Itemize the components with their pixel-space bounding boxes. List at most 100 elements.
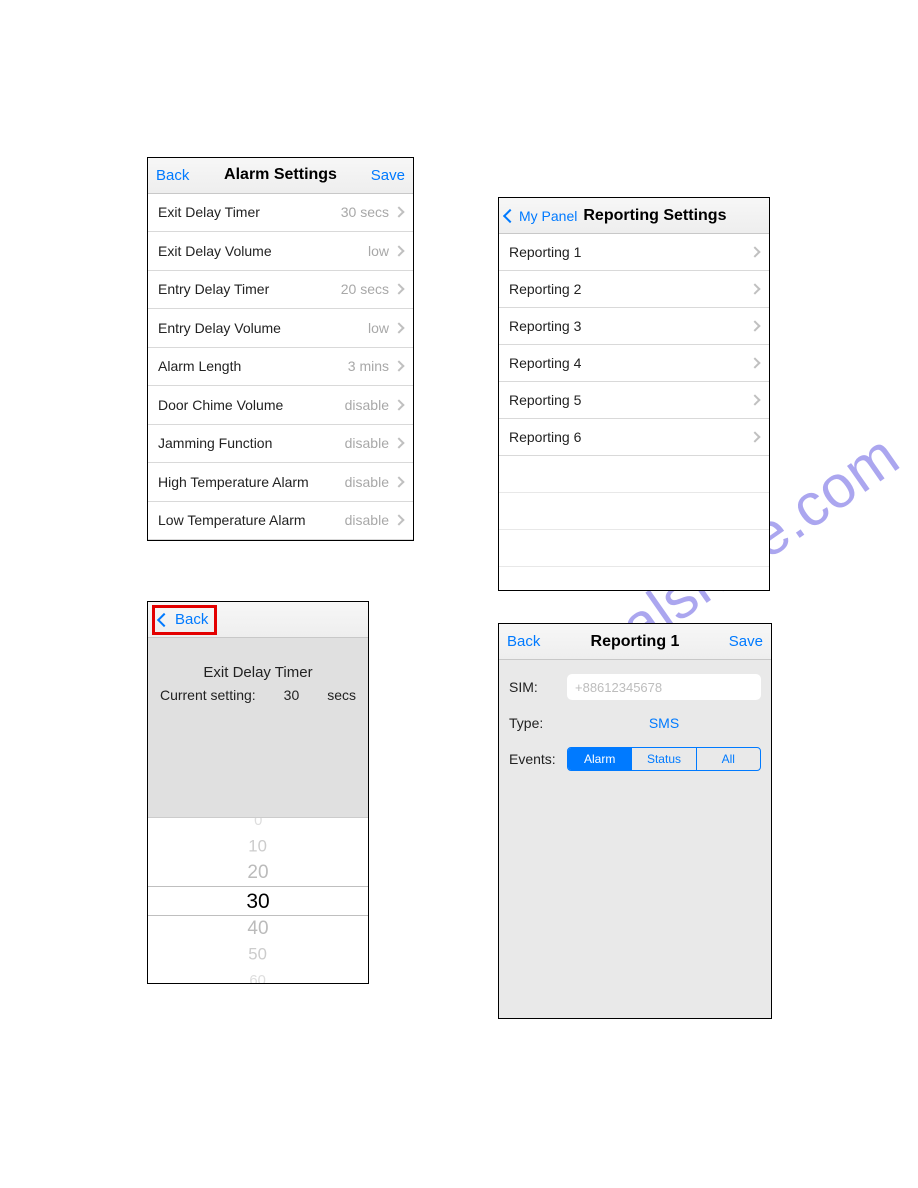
chevron-right-icon (749, 320, 760, 331)
reporting-label: Reporting 4 (509, 355, 751, 371)
setting-value: disable (345, 435, 389, 451)
setting-row-low-temp-alarm[interactable]: Low Temperature Alarm disable (148, 502, 413, 541)
reporting-row-5[interactable]: Reporting 5 (499, 382, 769, 419)
setting-label: Entry Delay Timer (158, 281, 341, 297)
sim-label: SIM: (509, 679, 567, 695)
chevron-right-icon (393, 438, 404, 449)
setting-value: 20 secs (341, 281, 389, 297)
picker-item[interactable]: 10 (249, 835, 268, 858)
setting-row-alarm-length[interactable]: Alarm Length 3 mins (148, 348, 413, 387)
picker-item[interactable]: 40 (247, 916, 268, 942)
navbar: Back Alarm Settings Save (148, 158, 413, 194)
chevron-right-icon (749, 246, 760, 257)
chevron-right-icon (393, 361, 404, 372)
setting-label: Exit Delay Timer (158, 204, 341, 220)
type-row: Type: SMS (509, 706, 761, 740)
reporting-row-4[interactable]: Reporting 4 (499, 345, 769, 382)
events-row: Events: Alarm Status All (509, 742, 761, 776)
sim-row: SIM: +88612345678 (509, 670, 761, 704)
picker-item[interactable]: 60 (250, 970, 266, 983)
page-title: Alarm Settings (224, 166, 337, 184)
current-setting-label: Current setting: (160, 687, 256, 703)
chevron-left-icon[interactable] (157, 612, 171, 626)
blank-row (499, 456, 769, 493)
chevron-right-icon (393, 515, 404, 526)
setting-value: low (368, 320, 389, 336)
reporting-list: Reporting 1 Reporting 2 Reporting 3 Repo… (499, 234, 769, 590)
reporting-label: Reporting 1 (509, 244, 751, 260)
navbar: My Panel Reporting Settings (499, 198, 769, 234)
navbar: Back (148, 602, 368, 638)
chevron-right-icon (393, 399, 404, 410)
setting-value: low (368, 243, 389, 259)
navbar: Back Reporting 1 Save (499, 624, 771, 660)
reporting-row-2[interactable]: Reporting 2 (499, 271, 769, 308)
events-segmented-control: Alarm Status All (567, 747, 761, 771)
chevron-right-icon (393, 476, 404, 487)
setting-label: Door Chime Volume (158, 397, 345, 413)
alarm-settings-screen: Back Alarm Settings Save Exit Delay Time… (147, 157, 414, 541)
reporting-label: Reporting 3 (509, 318, 751, 334)
picker-item-selected[interactable]: 30 (148, 886, 368, 916)
save-button[interactable]: Save (371, 167, 405, 184)
setting-label: High Temperature Alarm (158, 474, 345, 490)
events-option-status[interactable]: Status (632, 748, 696, 770)
setting-value: disable (345, 512, 389, 528)
reporting-label: Reporting 2 (509, 281, 751, 297)
setting-row-exit-delay-volume[interactable]: Exit Delay Volume low (148, 232, 413, 271)
current-setting-unit: secs (327, 687, 356, 703)
setting-value: 3 mins (348, 358, 389, 374)
form-body: SIM: +88612345678 Type: SMS Events: Alar… (499, 660, 771, 1018)
reporting-1-screen: Back Reporting 1 Save SIM: +88612345678 … (498, 623, 772, 1019)
setting-row-exit-delay-timer[interactable]: Exit Delay Timer 30 secs (148, 194, 413, 233)
current-setting-value: 30 (284, 687, 300, 703)
chevron-right-icon (393, 284, 404, 295)
chevron-left-icon[interactable] (503, 208, 517, 222)
setting-row-entry-delay-timer[interactable]: Entry Delay Timer 20 secs (148, 271, 413, 310)
sim-input[interactable]: +88612345678 (567, 674, 761, 700)
setting-label: Jamming Function (158, 435, 345, 451)
page-title: Reporting 1 (591, 633, 680, 651)
events-option-all[interactable]: All (697, 748, 760, 770)
chevron-right-icon (749, 394, 760, 405)
number-picker[interactable]: 0 10 20 30 40 50 60 (148, 817, 368, 983)
timer-title: Exit Delay Timer (148, 664, 368, 681)
setting-label: Alarm Length (158, 358, 348, 374)
exit-delay-timer-screen: Back Exit Delay Timer Current setting: 3… (147, 601, 369, 984)
setting-row-door-chime-volume[interactable]: Door Chime Volume disable (148, 386, 413, 425)
picker-item[interactable]: 0 (254, 817, 262, 831)
setting-row-entry-delay-volume[interactable]: Entry Delay Volume low (148, 309, 413, 348)
setting-label: Exit Delay Volume (158, 243, 368, 259)
save-button[interactable]: Save (729, 633, 763, 650)
reporting-row-6[interactable]: Reporting 6 (499, 419, 769, 456)
chevron-right-icon (749, 357, 760, 368)
settings-list: Exit Delay Timer 30 secs Exit Delay Volu… (148, 194, 413, 541)
setting-value: disable (345, 474, 389, 490)
events-option-alarm[interactable]: Alarm (568, 748, 632, 770)
blank-row (499, 530, 769, 567)
back-button[interactable]: My Panel (519, 208, 577, 224)
chevron-right-icon (393, 207, 404, 218)
picker-item[interactable]: 20 (247, 860, 268, 886)
back-button[interactable]: Back (175, 611, 208, 628)
chevron-right-icon (393, 245, 404, 256)
type-value-dropdown[interactable]: SMS (567, 715, 761, 731)
picker-item[interactable]: 50 (249, 943, 268, 966)
setting-label: Low Temperature Alarm (158, 512, 345, 528)
chevron-right-icon (749, 431, 760, 442)
back-button[interactable]: Back (507, 633, 540, 650)
reporting-row-3[interactable]: Reporting 3 (499, 308, 769, 345)
reporting-settings-screen: My Panel Reporting Settings Reporting 1 … (498, 197, 770, 591)
setting-row-jamming-function[interactable]: Jamming Function disable (148, 425, 413, 464)
setting-label: Entry Delay Volume (158, 320, 368, 336)
setting-row-high-temp-alarm[interactable]: High Temperature Alarm disable (148, 463, 413, 502)
current-setting-row: Current setting: 30 secs (148, 687, 368, 703)
events-label: Events: (509, 751, 567, 767)
blank-row (499, 493, 769, 530)
chevron-right-icon (749, 283, 760, 294)
page-title: Reporting Settings (583, 207, 726, 225)
back-button[interactable]: Back (156, 167, 189, 184)
reporting-row-1[interactable]: Reporting 1 (499, 234, 769, 271)
chevron-right-icon (393, 322, 404, 333)
setting-value: 30 secs (341, 204, 389, 220)
